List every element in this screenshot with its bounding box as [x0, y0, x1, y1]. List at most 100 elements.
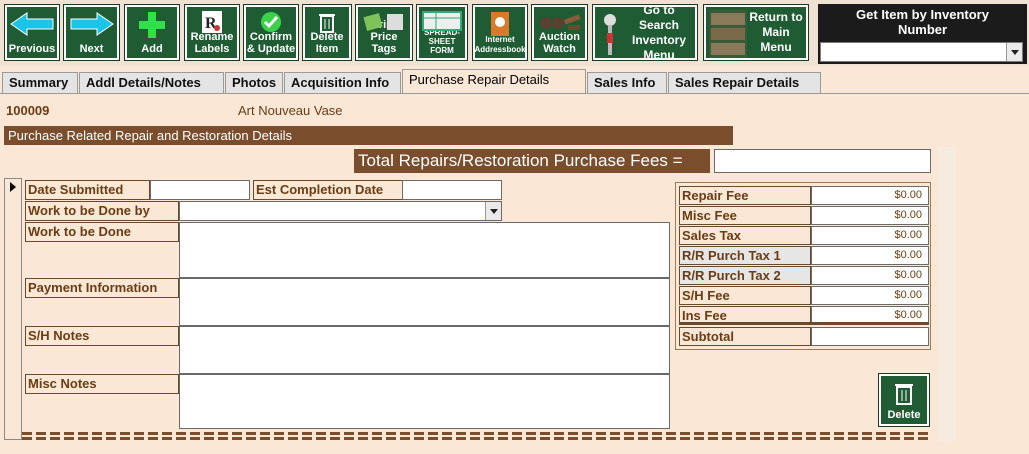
work-by-label: Work to be Done by [25, 201, 179, 221]
fee-label: R/R Purch Tax 1 [679, 246, 811, 265]
return-main-label-1: Return to [749, 10, 803, 24]
auction-label-2: Watch [543, 43, 576, 55]
fee-value[interactable]: $0.00 [811, 226, 929, 245]
payment-information-field[interactable] [179, 278, 670, 326]
work-by-select[interactable] [179, 201, 502, 221]
rename-labels-button[interactable]: R Rename Labels [184, 4, 240, 61]
fee-row: S/H Fee $0.00 [679, 286, 929, 305]
chevron-down-icon[interactable] [1006, 43, 1022, 61]
fee-label: Sales Tax [679, 226, 811, 245]
add-button[interactable]: Add [124, 4, 180, 61]
fee-row: R/R Purch Tax 2 $0.00 [679, 266, 929, 285]
next-button[interactable]: Next [63, 4, 120, 61]
fee-row: R/R Purch Tax 1 $0.00 [679, 246, 929, 265]
form-scroll-area [938, 147, 956, 441]
price-tag-icon [363, 13, 403, 31]
add-label: Add [141, 43, 163, 55]
goto-search-label-2: Inventory [631, 32, 686, 47]
tab-photos[interactable]: Photos [225, 72, 283, 94]
return-main-label-3: Menu [760, 40, 792, 54]
delete-item-label-2: Item [315, 43, 339, 55]
record-selector[interactable] [4, 178, 22, 440]
spreadsheet-label-2: SHEET [428, 37, 456, 46]
item-name: Art Nouveau Vase [238, 103, 343, 118]
tab-purchase-repair-details[interactable]: Purchase Repair Details [402, 69, 586, 94]
confirm-update-button[interactable]: Confirm & Update [243, 4, 299, 61]
plus-icon [139, 12, 165, 38]
date-submitted-field[interactable] [150, 180, 250, 200]
internet-addressbook-button[interactable]: Internet Addressbook [472, 4, 528, 61]
work-to-be-done-field[interactable] [179, 222, 670, 278]
subtotal-value [811, 327, 929, 346]
next-label: Next [79, 43, 104, 55]
get-item-by-inventory-number: Get Item by Inventory Number [818, 4, 1027, 64]
spreadsheet-label-3: FORM [430, 46, 454, 55]
fee-row: Sales Tax $0.00 [679, 226, 929, 245]
delete-label: Delete [887, 409, 921, 421]
divider-dashed-line [22, 432, 932, 435]
fee-value[interactable]: $0.00 [811, 206, 929, 225]
fee-value[interactable]: $0.00 [811, 286, 929, 305]
trash-icon [319, 14, 335, 33]
work-to-be-done-label: Work to be Done [25, 222, 179, 242]
fee-label: Misc Fee [679, 206, 811, 225]
tab-sales-info[interactable]: Sales Info [587, 72, 667, 94]
date-submitted-label: Date Submitted [25, 180, 150, 200]
est-completion-date-field[interactable] [402, 180, 502, 200]
search-wand-icon [604, 14, 616, 55]
sh-notes-field[interactable] [179, 326, 670, 374]
binoculars-icon [539, 14, 581, 30]
delete-repair-button[interactable]: Delete [878, 373, 930, 427]
toolbar: Previous Next Add R Rename Labels Confir… [0, 0, 1029, 66]
print-tags-label-2: Price Tags [370, 31, 398, 55]
go-to-search-inventory-menu-button[interactable]: Go to Search Inventory Menu [592, 3, 698, 62]
total-fees-field[interactable] [714, 149, 931, 173]
total-fees-label: Total Repairs/Restoration Purchase Fees … [354, 149, 710, 173]
divider-dashed-line [22, 437, 932, 440]
work-by-chevron-down-icon[interactable] [485, 202, 501, 220]
fee-value[interactable]: $0.00 [811, 246, 929, 265]
goto-search-label-3: Menu [643, 47, 675, 62]
trash-icon [895, 384, 913, 405]
misc-notes-label: Misc Notes [25, 374, 179, 394]
sh-notes-label: S/H Notes [25, 326, 179, 346]
spreadsheet-icon [422, 11, 462, 31]
tab-summary[interactable]: Summary [2, 72, 78, 94]
checkmark-icon [261, 12, 281, 32]
auction-watch-button[interactable]: Auction Watch [531, 4, 588, 61]
subtotal-divider [679, 322, 929, 325]
fee-row: Repair Fee $0.00 [679, 186, 929, 205]
print-price-tags-button[interactable]: Print Price Tags [355, 4, 413, 61]
fee-value[interactable]: $0.00 [811, 186, 929, 205]
arrow-left-icon [10, 12, 54, 36]
tab-sales-repair-details[interactable]: Sales Repair Details [668, 72, 821, 94]
arrow-right-icon [70, 12, 114, 36]
spreadsheet-form-button[interactable]: SPREAD- SHEET FORM [416, 4, 468, 61]
fee-label: S/H Fee [679, 286, 811, 305]
return-to-main-menu-button[interactable]: Return to Main Menu [703, 4, 809, 61]
fee-value[interactable]: $0.00 [811, 266, 929, 285]
tab-acquisition-info[interactable]: Acquisition Info [284, 72, 401, 94]
current-record-arrow-icon [10, 182, 16, 192]
previous-button[interactable]: Previous [4, 4, 60, 61]
misc-notes-field[interactable] [179, 374, 670, 429]
purchase-repair-panel: 100009 Art Nouveau Vase Purchase Related… [0, 93, 1029, 454]
tab-addl-details-notes[interactable]: Addl Details/Notes [79, 72, 224, 94]
fee-row: Misc Fee $0.00 [679, 206, 929, 225]
delete-item-button[interactable]: Delete Item [302, 4, 352, 61]
payment-information-label: Payment Information [25, 278, 179, 298]
est-completion-date-label: Est Completion Date [253, 180, 403, 200]
confirm-label-2: & Update [246, 43, 296, 55]
fees-table: Repair Fee $0.00 Misc Fee $0.00 Sales Tax $… [675, 182, 931, 350]
fee-label: Repair Fee [679, 186, 811, 205]
return-main-label-2: Main [762, 25, 790, 39]
fee-label: R/R Purch Tax 2 [679, 266, 811, 285]
subtotal-row: Subtotal [679, 327, 929, 346]
section-header: Purchase Related Repair and Restoration … [4, 126, 733, 145]
rename-icon: R [202, 11, 222, 33]
inventory-number: 100009 [6, 103, 50, 118]
internet-label-2: Addressbook [474, 45, 526, 54]
subtotal-label: Subtotal [679, 327, 811, 346]
get-item-title-1: Get Item by Inventory [856, 7, 989, 22]
inventory-number-combo[interactable] [820, 42, 1023, 62]
